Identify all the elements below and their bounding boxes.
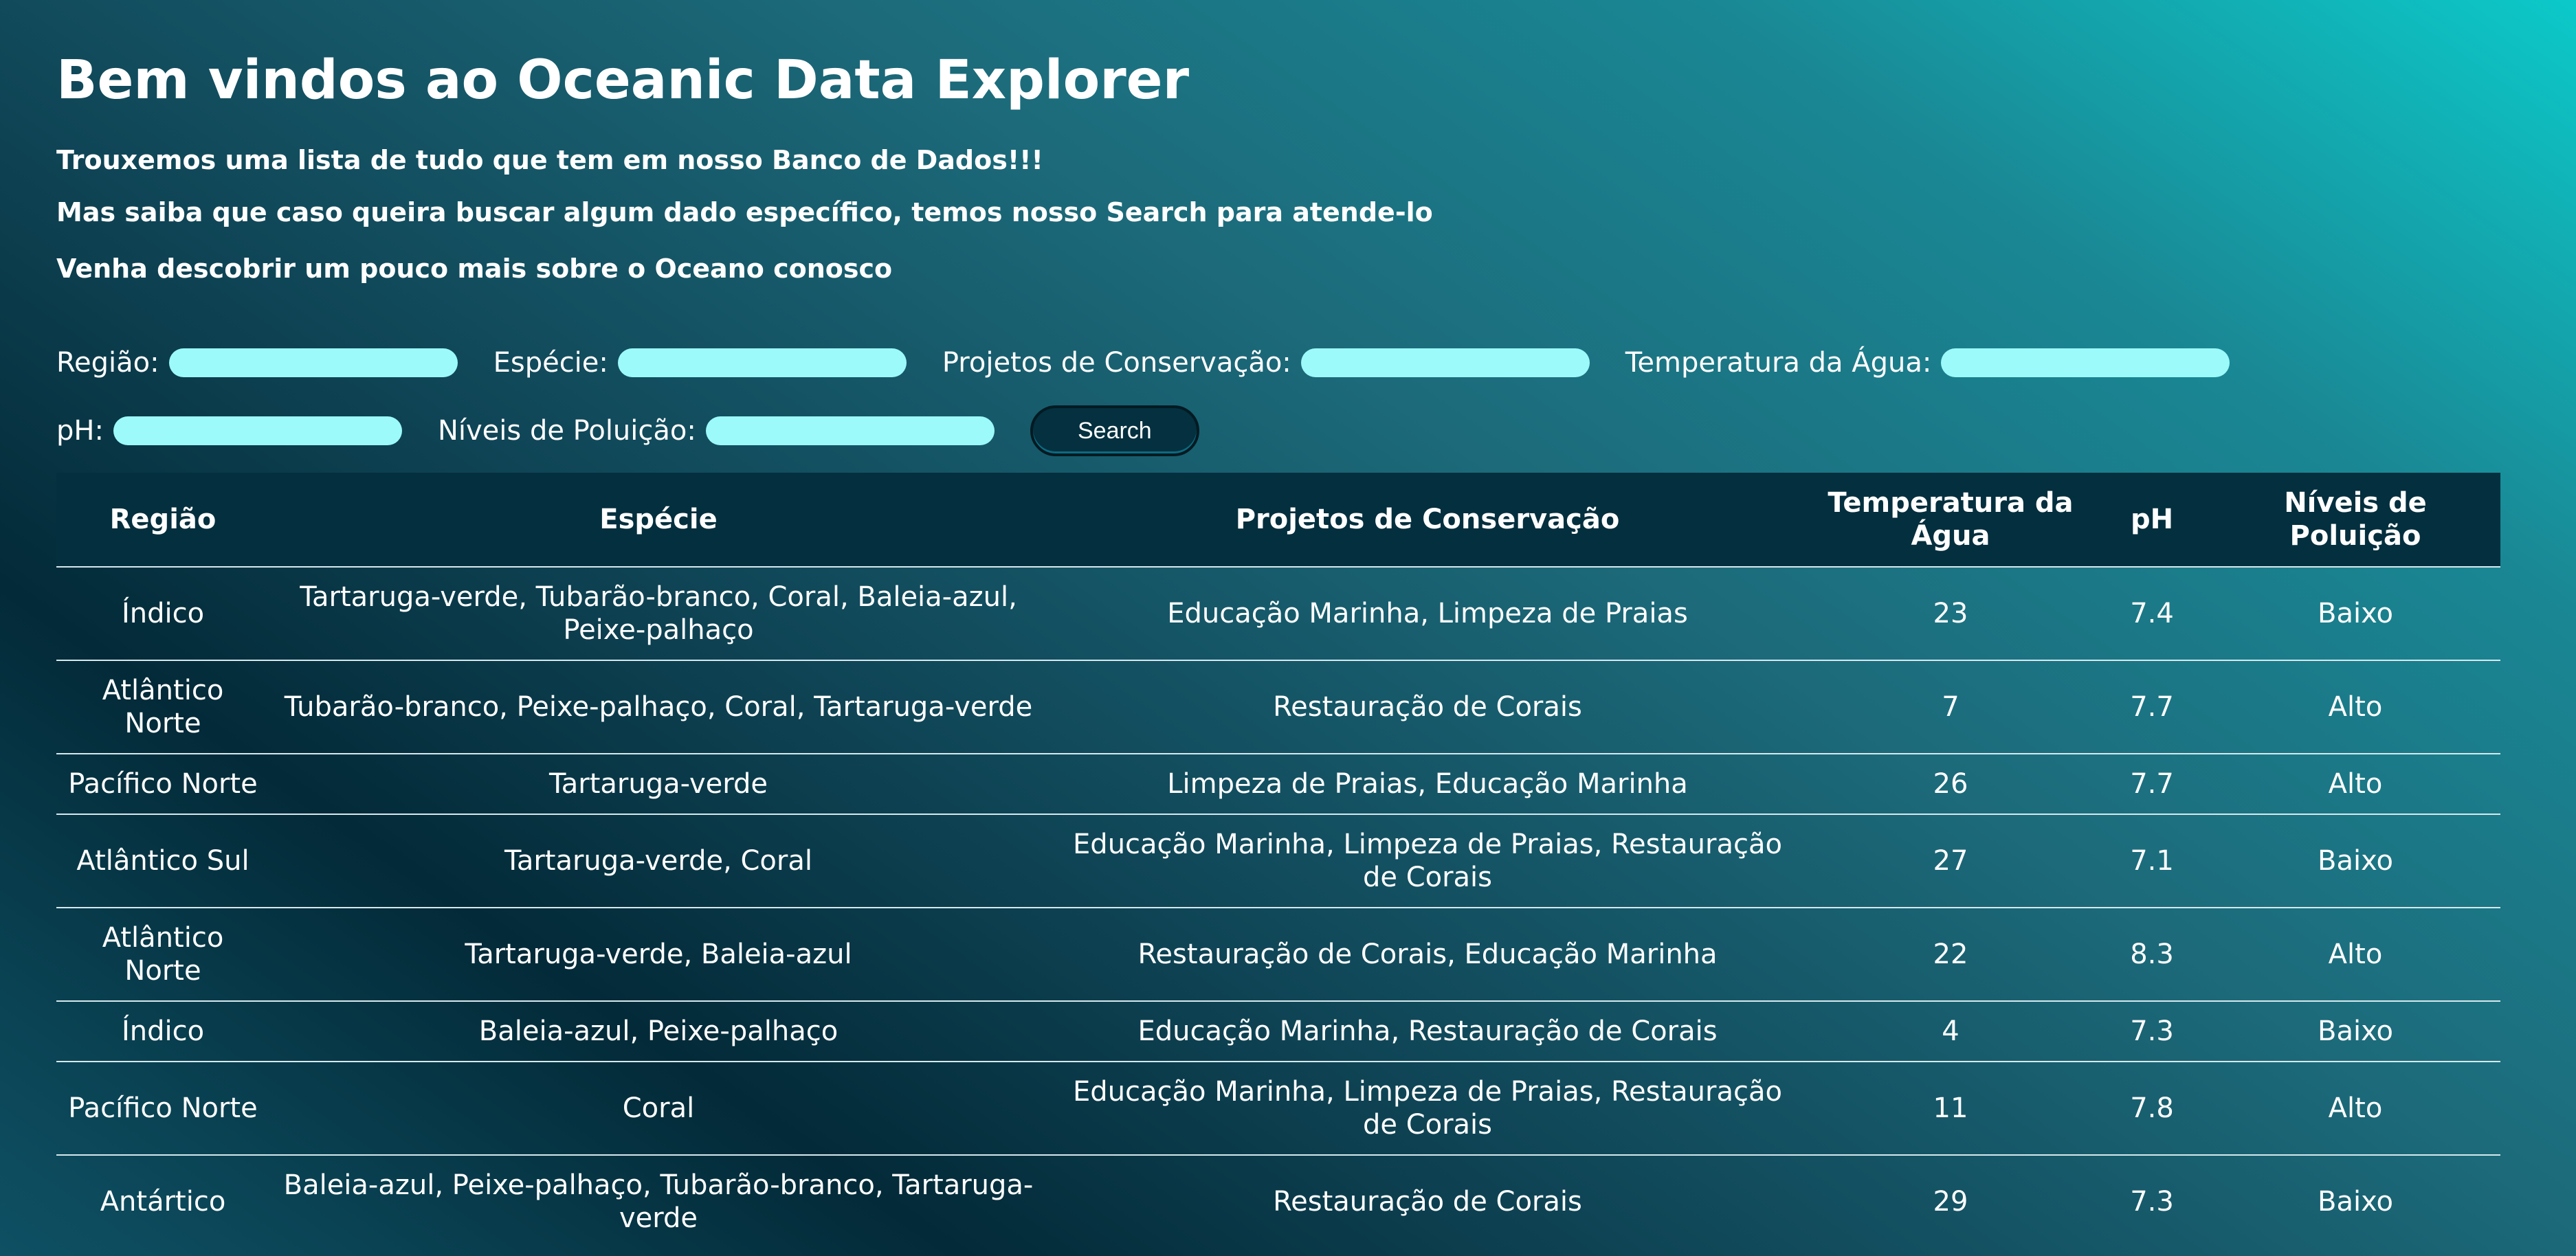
intro-text-2: Mas saiba que caso queira buscar algum d… [56,197,1433,227]
cell-temperatura: 4 [1808,1000,2094,1062]
table-row: Pacífico Norte Coral Educação Marinha, L… [56,1061,2500,1155]
cell-ph: 7.8 [2094,1061,2210,1155]
especie-filter: Espécie: [493,342,907,383]
cell-ph: 7.3 [2094,1000,2210,1062]
cell-poluicao: Baixo [2210,566,2500,660]
cell-poluicao: Alto [2210,660,2500,754]
cell-ph: 7.7 [2094,753,2210,814]
cell-ph: 7.1 [2094,814,2210,908]
regiao-label: Região: [56,347,159,379]
header-poluicao: Níveis de Poluição [2210,473,2500,567]
cell-especie: Tartaruga-verde, Baleia-azul [269,907,1047,1001]
projetos-filter: Projetos de Conservação: [942,342,1590,383]
header-projetos: Projetos de Conservação [1047,473,1808,567]
cell-poluicao: Alto [2210,753,2500,814]
table-row: Atlântico Norte Tubarão-branco, Peixe-pa… [56,660,2500,754]
cell-regiao: Pacífico Norte [56,1061,269,1155]
cell-especie: Tartaruga-verde [269,753,1047,814]
cell-projetos: Educação Marinha, Limpeza de Praias, Res… [1047,1061,1808,1155]
cell-temperatura: 26 [1808,753,2094,814]
cell-poluicao: Alto [2210,907,2500,1001]
cell-temperatura: 29 [1808,1154,2094,1248]
cell-regiao: Atlântico Sul [56,814,269,908]
search-form: Região: Espécie: Projetos de Conservação… [56,342,2503,456]
cell-especie: Tartaruga-verde, Coral [269,814,1047,908]
projetos-label: Projetos de Conservação: [942,347,1291,379]
cell-temperatura: 11 [1808,1061,2094,1155]
cell-especie: Tartaruga-verde, Tubarão-branco, Coral, … [269,566,1047,660]
cell-temperatura: 22 [1808,907,2094,1001]
poluicao-input[interactable] [705,416,995,445]
cell-ph: 7.4 [2094,566,2210,660]
cell-especie: Baleia-azul, Peixe-palhaço, Tubarão-bran… [269,1154,1047,1248]
page-title: Bem vindos ao Oceanic Data Explorer [56,49,1190,111]
header-regiao: Região [56,473,269,567]
cell-regiao: Pacífico Norte [56,753,269,814]
cell-temperatura: 23 [1808,566,2094,660]
ph-label: pH: [56,415,104,447]
regiao-filter: Região: [56,342,458,383]
especie-input[interactable] [617,348,907,377]
cell-projetos: Educação Marinha, Restauração de Corais [1047,1000,1808,1062]
search-button[interactable]: Search [1030,405,1199,456]
cell-projetos: Restauração de Corais [1047,660,1808,754]
table-row: Antártico Baleia-azul, Peixe-palhaço, Tu… [56,1154,2500,1248]
cell-projetos: Restauração de Corais [1047,1154,1808,1248]
cell-ph: 7.7 [2094,660,2210,754]
table-header-row: Região Espécie Projetos de Conservação T… [56,473,2500,567]
header-ph: pH [2094,473,2210,567]
cell-especie: Tubarão-branco, Peixe-palhaço, Coral, Ta… [269,660,1047,754]
ph-filter: pH: [56,410,402,451]
cell-poluicao: Baixo [2210,814,2500,908]
cell-projetos: Educação Marinha, Limpeza de Praias, Res… [1047,814,1808,908]
cell-regiao: Índico [56,566,269,660]
poluicao-filter: Níveis de Poluição: [438,410,995,451]
cell-especie: Coral [269,1061,1047,1155]
intro-text-3: Venha descobrir um pouco mais sobre o Oc… [56,254,893,284]
header-temperatura: Temperatura da Água [1808,473,2094,567]
temperatura-filter: Temperatura da Água: [1625,342,2230,383]
cell-projetos: Educação Marinha, Limpeza de Praias [1047,566,1808,660]
cell-temperatura: 7 [1808,660,2094,754]
cell-poluicao: Alto [2210,1061,2500,1155]
regiao-input[interactable] [168,348,458,377]
table-row: Pacífico Norte Tartaruga-verde Limpeza d… [56,753,2500,814]
cell-poluicao: Baixo [2210,1000,2500,1062]
ocean-data-table: Região Espécie Projetos de Conservação T… [56,473,2500,1248]
poluicao-label: Níveis de Poluição: [437,415,696,447]
temperatura-input[interactable] [1941,348,2230,377]
table-row: Atlântico Norte Tartaruga-verde, Baleia-… [56,907,2500,1001]
projetos-input[interactable] [1300,348,1590,377]
table-row: Índico Baleia-azul, Peixe-palhaço Educaç… [56,1000,2500,1062]
cell-regiao: Índico [56,1000,269,1062]
cell-especie: Baleia-azul, Peixe-palhaço [269,1000,1047,1062]
intro-text-1: Trouxemos uma lista de tudo que tem em n… [56,145,1043,175]
table-row: Índico Tartaruga-verde, Tubarão-branco, … [56,566,2500,660]
cell-poluicao: Baixo [2210,1154,2500,1248]
cell-regiao: Atlântico Norte [56,907,269,1001]
cell-ph: 7.3 [2094,1154,2210,1248]
cell-projetos: Limpeza de Praias, Educação Marinha [1047,753,1808,814]
cell-ph: 8.3 [2094,907,2210,1001]
table-row: Atlântico Sul Tartaruga-verde, Coral Edu… [56,814,2500,908]
cell-regiao: Antártico [56,1154,269,1248]
cell-projetos: Restauração de Corais, Educação Marinha [1047,907,1808,1001]
especie-label: Espécie: [493,347,608,379]
cell-regiao: Atlântico Norte [56,660,269,754]
header-especie: Espécie [269,473,1047,567]
cell-temperatura: 27 [1808,814,2094,908]
ph-input[interactable] [113,416,402,445]
temperatura-label: Temperatura da Água: [1625,347,1932,379]
page: Bem vindos ao Oceanic Data Explorer Trou… [0,0,2576,1256]
